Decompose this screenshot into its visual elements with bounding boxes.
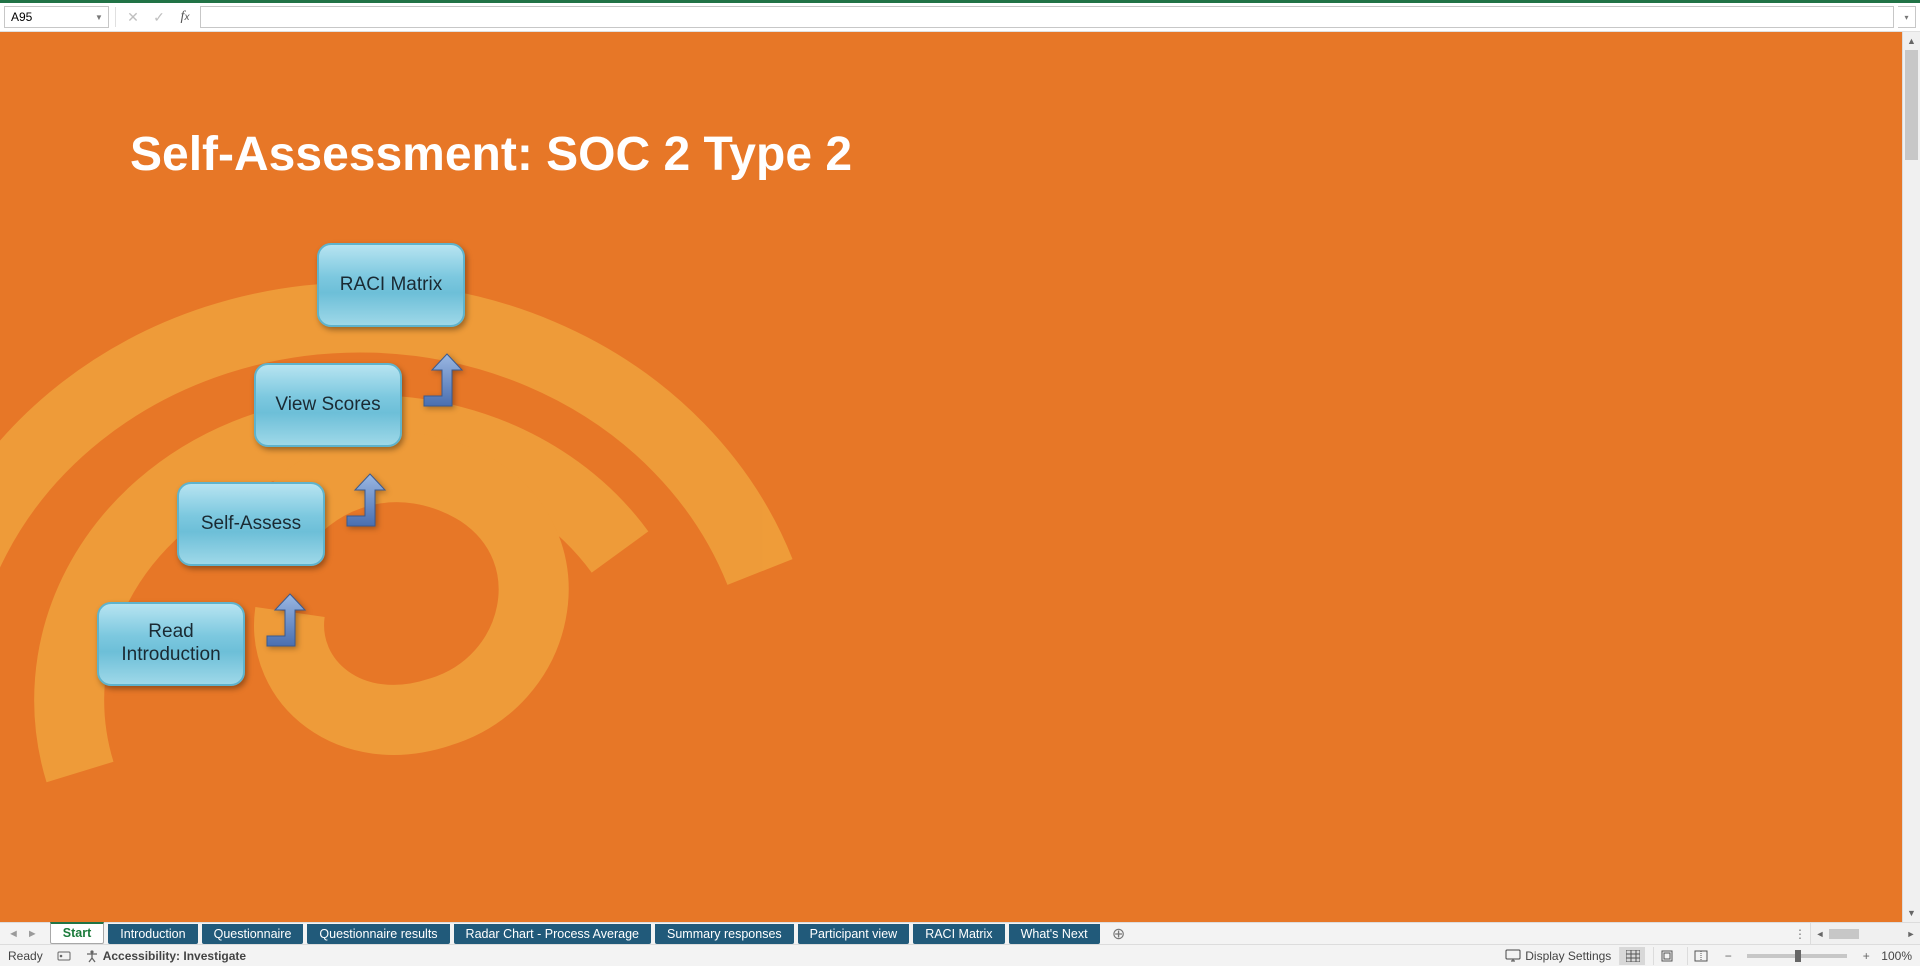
formula-input[interactable] [200, 6, 1894, 28]
step-self-assess-button[interactable]: Self-Assess [177, 482, 325, 566]
macro-record-icon[interactable] [57, 949, 71, 963]
sheet-tab-questionnaire-results[interactable]: Questionnaire results [307, 924, 449, 944]
horizontal-scrollbar[interactable]: ◄ ► [1810, 923, 1920, 944]
sheet-tab-introduction[interactable]: Introduction [108, 924, 197, 944]
hscroll-track[interactable] [1829, 927, 1902, 941]
vertical-scrollbar[interactable]: ▲ ▼ [1902, 32, 1920, 922]
arrow-up-icon [418, 352, 458, 412]
step-label: RACI Matrix [340, 274, 442, 297]
chevron-down-icon[interactable]: ▼ [92, 9, 106, 25]
zoom-in-button[interactable]: + [1859, 949, 1873, 963]
cancel-icon[interactable]: ✕ [122, 6, 144, 28]
sheet-tab-questionnaire[interactable]: Questionnaire [202, 924, 304, 944]
step-raci-matrix-button[interactable]: RACI Matrix [317, 243, 465, 327]
sheet-tab-start[interactable]: Start [50, 922, 104, 944]
accessibility-status[interactable]: Accessibility: Investigate [85, 949, 246, 963]
arrow-up-icon [261, 592, 301, 652]
display-settings-button[interactable]: Display Settings [1505, 949, 1611, 963]
scroll-track[interactable] [1903, 50, 1920, 904]
sheet-tab-what-s-next[interactable]: What's Next [1009, 924, 1100, 944]
step-read-introduction-button[interactable]: Read Introduction [97, 602, 245, 686]
zoom-level[interactable]: 100% [1881, 949, 1912, 963]
tab-options-icon[interactable]: ⋮ [1790, 923, 1810, 944]
page-title: Self-Assessment: SOC 2 Type 2 [130, 127, 852, 182]
tab-scroll-left-icon[interactable]: ◄ [8, 928, 19, 940]
zoom-slider[interactable] [1747, 954, 1847, 958]
new-sheet-button[interactable]: ⊕ [1108, 923, 1130, 944]
separator [115, 7, 116, 27]
step-label: Self-Assess [201, 513, 301, 536]
name-box-value: A95 [11, 10, 32, 24]
zoom-out-button[interactable]: − [1721, 949, 1735, 963]
sheet-tab-strip: ◄ ► StartIntroductionQuestionnaireQuesti… [0, 922, 1920, 944]
scroll-up-icon[interactable]: ▲ [1903, 32, 1920, 50]
scroll-left-icon[interactable]: ◄ [1811, 929, 1829, 939]
zoom-knob[interactable] [1795, 950, 1801, 962]
sheet-tabs: StartIntroductionQuestionnaireQuestionna… [46, 923, 1108, 944]
sheet-tab-radar-chart-process-average[interactable]: Radar Chart - Process Average [454, 924, 651, 944]
formula-bar: A95 ▼ ✕ ✓ fx ▾ [0, 0, 1920, 32]
name-box[interactable]: A95 ▼ [4, 6, 109, 28]
status-ready: Ready [8, 949, 43, 963]
display-settings-label: Display Settings [1525, 949, 1611, 963]
expand-formula-bar-icon[interactable]: ▾ [1898, 6, 1916, 28]
fx-icon[interactable]: fx [174, 6, 196, 28]
worksheet-canvas: Self-Assessment: SOC 2 Type 2 Read Intro… [0, 32, 1902, 922]
sheet-tab-raci-matrix[interactable]: RACI Matrix [913, 924, 1004, 944]
view-page-break-button[interactable] [1687, 947, 1713, 965]
sheet-tab-participant-view[interactable]: Participant view [798, 924, 910, 944]
tab-nav: ◄ ► [0, 923, 46, 944]
step-label: View Scores [275, 394, 380, 417]
monitor-icon [1505, 949, 1521, 963]
step-label: Read Introduction [103, 621, 239, 667]
sheet-tab-summary-responses[interactable]: Summary responses [655, 924, 794, 944]
scroll-down-icon[interactable]: ▼ [1903, 904, 1920, 922]
scroll-thumb[interactable] [1905, 50, 1918, 160]
accessibility-icon [85, 949, 99, 963]
scroll-right-icon[interactable]: ► [1902, 929, 1920, 939]
hscroll-thumb[interactable] [1829, 929, 1859, 939]
view-page-layout-button[interactable] [1653, 947, 1679, 965]
arrow-up-icon [341, 472, 381, 532]
enter-icon[interactable]: ✓ [148, 6, 170, 28]
step-view-scores-button[interactable]: View Scores [254, 363, 402, 447]
view-normal-button[interactable] [1619, 947, 1645, 965]
tab-scroll-right-icon[interactable]: ► [27, 928, 38, 940]
accessibility-label: Accessibility: Investigate [103, 949, 246, 963]
status-bar: Ready Accessibility: Investigate Display… [0, 944, 1920, 966]
